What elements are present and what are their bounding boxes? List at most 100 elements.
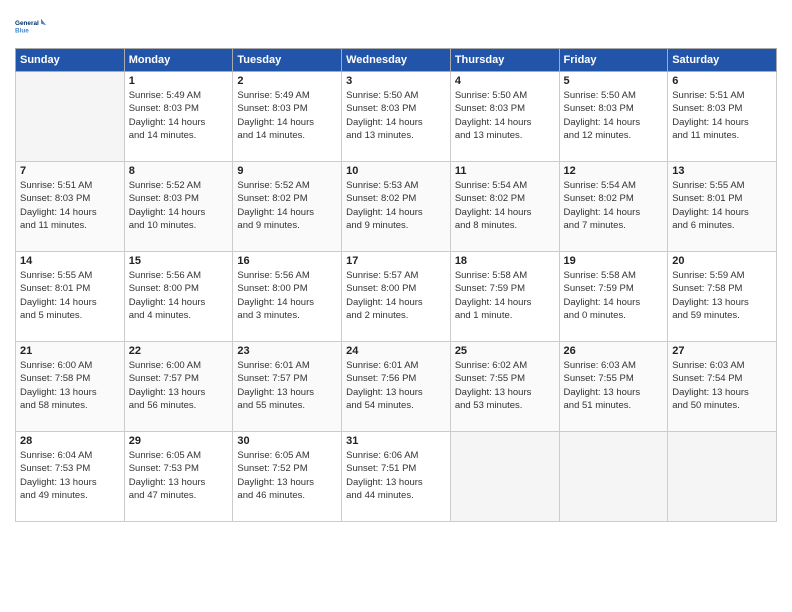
day-number: 13 [672,165,772,177]
logo: GeneralBlue [15,10,47,42]
calendar-cell: 11 Sunrise: 5:54 AM Sunset: 8:02 PM Dayli… [450,162,559,252]
day-info: Sunrise: 5:57 AM Sunset: 8:00 PM Dayligh… [346,269,446,322]
calendar-cell: 28 Sunrise: 6:04 AM Sunset: 7:53 PM Dayli… [16,432,125,522]
day-number: 20 [672,255,772,267]
day-info: Sunrise: 5:58 AM Sunset: 7:59 PM Dayligh… [455,269,555,322]
day-info: Sunrise: 5:54 AM Sunset: 8:02 PM Dayligh… [564,179,664,232]
calendar-cell: 16Sunrise: 5:56 AM Sunset: 8:00 PM Dayli… [233,252,342,342]
week-row-1: 1 Sunrise: 5:49 AM Sunset: 8:03 PM Daylig… [16,72,777,162]
week-row-3: 14 Sunrise: 5:55 AM Sunset: 8:01 PM Dayli… [16,252,777,342]
calendar-cell: 27Sunrise: 6:03 AM Sunset: 7:54 PM Dayli… [668,342,777,432]
calendar-cell: 26Sunrise: 6:03 AM Sunset: 7:55 PM Dayli… [559,342,668,432]
calendar-cell: 25 Sunrise: 6:02 AM Sunset: 7:55 PM Dayli… [450,342,559,432]
day-info: Sunrise: 6:04 AM Sunset: 7:53 PM Dayligh… [20,449,120,502]
calendar-cell: 20 Sunrise: 5:59 AM Sunset: 7:58 PM Dayli… [668,252,777,342]
calendar-cell: 21Sunrise: 6:00 AM Sunset: 7:58 PM Dayli… [16,342,125,432]
day-info: Sunrise: 5:52 AM Sunset: 8:02 PM Dayligh… [237,179,337,232]
calendar-cell [668,432,777,522]
day-number: 7 [20,165,120,177]
day-number: 12 [564,165,664,177]
calendar-body: 1 Sunrise: 5:49 AM Sunset: 8:03 PM Daylig… [16,72,777,522]
day-number: 14 [20,255,120,267]
day-info: Sunrise: 5:49 AM Sunset: 8:03 PM Dayligh… [129,89,229,142]
day-number: 9 [237,165,337,177]
day-info: Sunrise: 5:55 AM Sunset: 8:01 PM Dayligh… [20,269,120,322]
day-number: 28 [20,435,120,447]
calendar-cell: 7 Sunrise: 5:51 AM Sunset: 8:03 PM Daylig… [16,162,125,252]
week-row-5: 28 Sunrise: 6:04 AM Sunset: 7:53 PM Dayli… [16,432,777,522]
weekday-header-row: SundayMondayTuesdayWednesdayThursdayFrid… [16,49,777,72]
calendar-cell: 1 Sunrise: 5:49 AM Sunset: 8:03 PM Daylig… [124,72,233,162]
day-number: 6 [672,75,772,87]
day-number: 11 [455,165,555,177]
day-number: 3 [346,75,446,87]
weekday-friday: Friday [559,49,668,72]
day-number: 25 [455,345,555,357]
day-info: Sunrise: 5:51 AM Sunset: 8:03 PM Dayligh… [20,179,120,232]
calendar-cell: 13 Sunrise: 5:55 AM Sunset: 8:01 PM Dayli… [668,162,777,252]
calendar-cell: 19 Sunrise: 5:58 AM Sunset: 7:59 PM Dayli… [559,252,668,342]
calendar-cell: 31 Sunrise: 6:06 AM Sunset: 7:51 PM Dayli… [342,432,451,522]
calendar-cell: 10 Sunrise: 5:53 AM Sunset: 8:02 PM Dayli… [342,162,451,252]
page-header: GeneralBlue [15,10,777,42]
day-info: Sunrise: 5:58 AM Sunset: 7:59 PM Dayligh… [564,269,664,322]
day-info: Sunrise: 5:54 AM Sunset: 8:02 PM Dayligh… [455,179,555,232]
logo-icon: GeneralBlue [15,10,47,42]
calendar-cell: 18 Sunrise: 5:58 AM Sunset: 7:59 PM Dayli… [450,252,559,342]
weekday-tuesday: Tuesday [233,49,342,72]
calendar-cell: 24 Sunrise: 6:01 AM Sunset: 7:56 PM Dayli… [342,342,451,432]
day-info: Sunrise: 6:03 AM Sunset: 7:54 PM Dayligh… [672,359,772,412]
calendar-cell [450,432,559,522]
week-row-4: 21Sunrise: 6:00 AM Sunset: 7:58 PM Dayli… [16,342,777,432]
calendar-cell: 6 Sunrise: 5:51 AM Sunset: 8:03 PM Daylig… [668,72,777,162]
calendar-cell: 17 Sunrise: 5:57 AM Sunset: 8:00 PM Dayli… [342,252,451,342]
weekday-thursday: Thursday [450,49,559,72]
weekday-wednesday: Wednesday [342,49,451,72]
week-row-2: 7 Sunrise: 5:51 AM Sunset: 8:03 PM Daylig… [16,162,777,252]
day-info: Sunrise: 6:01 AM Sunset: 7:56 PM Dayligh… [346,359,446,412]
day-number: 30 [237,435,337,447]
calendar-cell: 5Sunrise: 5:50 AM Sunset: 8:03 PM Daylig… [559,72,668,162]
day-number: 1 [129,75,229,87]
day-number: 23 [237,345,337,357]
day-info: Sunrise: 5:49 AM Sunset: 8:03 PM Dayligh… [237,89,337,142]
day-number: 24 [346,345,446,357]
calendar-cell: 23Sunrise: 6:01 AM Sunset: 7:57 PM Dayli… [233,342,342,432]
calendar-table: SundayMondayTuesdayWednesdayThursdayFrid… [15,48,777,522]
day-number: 26 [564,345,664,357]
weekday-sunday: Sunday [16,49,125,72]
day-info: Sunrise: 5:52 AM Sunset: 8:03 PM Dayligh… [129,179,229,232]
day-info: Sunrise: 5:50 AM Sunset: 8:03 PM Dayligh… [455,89,555,142]
calendar-cell: 9 Sunrise: 5:52 AM Sunset: 8:02 PM Daylig… [233,162,342,252]
day-info: Sunrise: 5:59 AM Sunset: 7:58 PM Dayligh… [672,269,772,322]
day-number: 31 [346,435,446,447]
calendar-cell: 3Sunrise: 5:50 AM Sunset: 8:03 PM Daylig… [342,72,451,162]
calendar-cell: 2 Sunrise: 5:49 AM Sunset: 8:03 PM Daylig… [233,72,342,162]
day-info: Sunrise: 6:02 AM Sunset: 7:55 PM Dayligh… [455,359,555,412]
day-info: Sunrise: 6:00 AM Sunset: 7:57 PM Dayligh… [129,359,229,412]
calendar-cell: 4Sunrise: 5:50 AM Sunset: 8:03 PM Daylig… [450,72,559,162]
calendar-cell: 22Sunrise: 6:00 AM Sunset: 7:57 PM Dayli… [124,342,233,432]
day-info: Sunrise: 6:05 AM Sunset: 7:52 PM Dayligh… [237,449,337,502]
day-number: 18 [455,255,555,267]
day-number: 2 [237,75,337,87]
day-number: 15 [129,255,229,267]
calendar-cell: 8 Sunrise: 5:52 AM Sunset: 8:03 PM Daylig… [124,162,233,252]
svg-text:Blue: Blue [15,27,29,34]
day-info: Sunrise: 5:55 AM Sunset: 8:01 PM Dayligh… [672,179,772,232]
calendar-cell [559,432,668,522]
calendar-cell: 15Sunrise: 5:56 AM Sunset: 8:00 PM Dayli… [124,252,233,342]
day-number: 16 [237,255,337,267]
svg-text:General: General [15,20,39,27]
day-number: 17 [346,255,446,267]
day-info: Sunrise: 5:53 AM Sunset: 8:02 PM Dayligh… [346,179,446,232]
day-number: 19 [564,255,664,267]
calendar-cell [16,72,125,162]
day-info: Sunrise: 6:06 AM Sunset: 7:51 PM Dayligh… [346,449,446,502]
day-info: Sunrise: 5:51 AM Sunset: 8:03 PM Dayligh… [672,89,772,142]
day-info: Sunrise: 6:05 AM Sunset: 7:53 PM Dayligh… [129,449,229,502]
calendar-cell: 29Sunrise: 6:05 AM Sunset: 7:53 PM Dayli… [124,432,233,522]
day-number: 10 [346,165,446,177]
calendar-cell: 12 Sunrise: 5:54 AM Sunset: 8:02 PM Dayli… [559,162,668,252]
day-number: 8 [129,165,229,177]
